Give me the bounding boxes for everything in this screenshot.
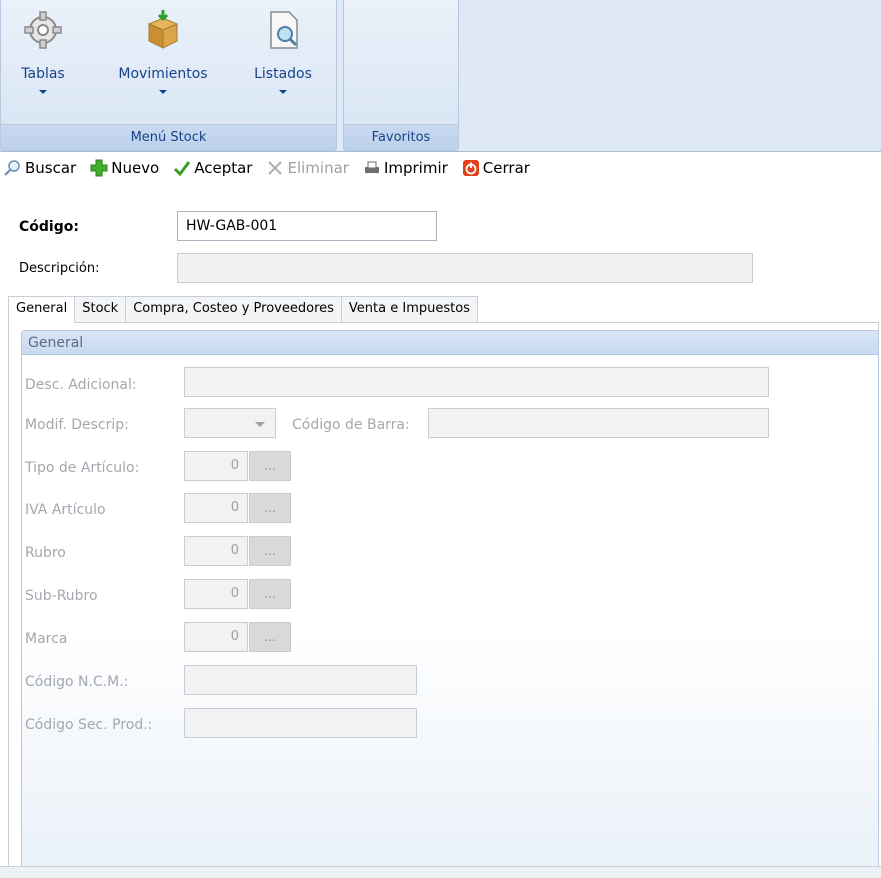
cerrar-button[interactable]: Cerrar (458, 159, 530, 177)
nuevo-button[interactable]: Nuevo (86, 159, 159, 177)
box-icon (147, 10, 179, 49)
rubro-label: Rubro (25, 545, 66, 561)
nuevo-label: Nuevo (111, 159, 160, 177)
printer-icon (364, 161, 379, 173)
codigo-ncm-input[interactable] (184, 665, 417, 695)
buscar-button[interactable]: Buscar (0, 159, 76, 177)
modif-descrip-label: Modif. Descrip: (25, 417, 129, 433)
iva-articulo-label: IVA Artículo (25, 502, 106, 518)
codigo-barra-label: Código de Barra: (292, 417, 410, 433)
document-search-icon (270, 11, 298, 49)
chevron-down-icon (279, 90, 287, 94)
eliminar-label: Eliminar (287, 159, 349, 177)
ribbon-group-favoritos: Favoritos (343, 0, 459, 151)
desc-adicional-input[interactable] (184, 367, 769, 397)
sub-rubro-lookup-button[interactable]: ... (249, 579, 291, 609)
desc-adicional-label: Desc. Adicional: (25, 377, 137, 393)
status-bar (0, 866, 881, 878)
general-group: General Desc. Adicional: Modif. Descrip:… (21, 330, 879, 878)
ribbon-group-caption: Menú Stock (1, 124, 336, 150)
cerrar-label: Cerrar (482, 159, 530, 177)
codigo-input[interactable]: HW-GAB-001 (177, 211, 437, 241)
aceptar-label: Aceptar (194, 159, 253, 177)
tab-stock[interactable]: Stock (74, 296, 127, 322)
tipo-articulo-lookup-button[interactable]: ... (249, 451, 291, 481)
chevron-down-icon (159, 90, 167, 94)
tipo-articulo-label: Tipo de Artículo: (25, 460, 140, 476)
ribbon: Tablas Movimientos Listados Menú Stock F… (0, 0, 881, 152)
codigo-sec-prod-input[interactable] (184, 708, 417, 738)
descripcion-input[interactable] (177, 253, 753, 283)
aceptar-button[interactable]: Aceptar (169, 159, 252, 177)
tab-compra-costeo-proveedores[interactable]: Compra, Costeo y Proveedores (125, 296, 342, 322)
modif-descrip-select[interactable] (184, 408, 276, 438)
codigo-label: Código: (19, 219, 79, 235)
codigo-sec-prod-label: Código Sec. Prod.: (25, 717, 153, 733)
codigo-ncm-label: Código N.C.M.: (25, 674, 129, 690)
codigo-barra-input[interactable] (428, 408, 769, 438)
power-icon (462, 160, 479, 176)
movimientos-label: Movimientos (118, 66, 208, 82)
chevron-down-icon (39, 90, 47, 94)
iva-articulo-input[interactable]: 0 (184, 493, 248, 523)
toolbar: Buscar Nuevo Aceptar Eliminar Imprimir C… (0, 155, 881, 181)
sub-rubro-input[interactable]: 0 (184, 579, 248, 609)
imprimir-button[interactable]: Imprimir (359, 159, 448, 177)
descripcion-label: Descripción: (19, 261, 100, 276)
listados-label: Listados (254, 66, 312, 82)
listados-button[interactable]: Listados (243, 4, 323, 114)
iva-articulo-lookup-button[interactable]: ... (249, 493, 291, 523)
tab-panel-general: General Desc. Adicional: Modif. Descrip:… (8, 322, 879, 878)
buscar-label: Buscar (25, 159, 77, 177)
tab-general[interactable]: General (8, 296, 76, 323)
marca-label: Marca (25, 631, 68, 647)
movimientos-button[interactable]: Movimientos (111, 4, 215, 114)
tablas-label: Tablas (21, 66, 65, 82)
chevron-down-icon (255, 422, 265, 427)
marca-lookup-button[interactable]: ... (249, 622, 291, 652)
sub-rubro-label: Sub-Rubro (25, 588, 98, 604)
tab-venta-impuestos[interactable]: Venta e Impuestos (340, 296, 478, 322)
close-icon (268, 161, 283, 175)
tipo-articulo-input[interactable]: 0 (184, 451, 248, 481)
rubro-lookup-button[interactable]: ... (249, 536, 291, 566)
plus-icon (90, 159, 108, 177)
marca-input[interactable]: 0 (184, 622, 248, 652)
tab-strip: General Stock Compra, Costeo y Proveedor… (8, 296, 478, 323)
rubro-input[interactable]: 0 (184, 536, 248, 566)
ribbon-group-caption: Favoritos (344, 124, 458, 150)
tablas-button[interactable]: Tablas (3, 4, 83, 114)
eliminar-button[interactable]: Eliminar (262, 159, 349, 177)
imprimir-label: Imprimir (383, 159, 448, 177)
checkmark-icon (174, 161, 191, 177)
ribbon-group-menu-stock: Tablas Movimientos Listados Menú Stock (0, 0, 337, 151)
gear-icon (24, 11, 62, 49)
general-group-title: General (22, 331, 878, 355)
search-icon (4, 160, 20, 176)
